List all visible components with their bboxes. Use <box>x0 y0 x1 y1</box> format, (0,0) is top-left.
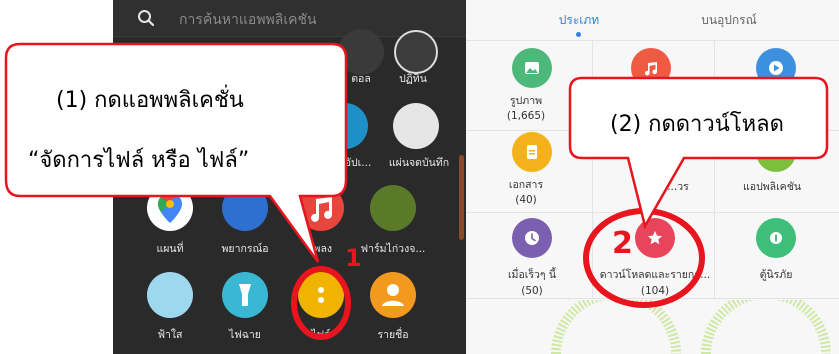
callout-1-line1: (1) กดแอพพลิเคชั่น <box>56 88 244 113</box>
callout-1-line2: “จัดการไฟล์ หรือ ไฟล์” <box>28 148 250 173</box>
callout-shapes <box>4 42 829 263</box>
callout-2-text: (2) กดดาวน์โหลด <box>610 112 784 137</box>
